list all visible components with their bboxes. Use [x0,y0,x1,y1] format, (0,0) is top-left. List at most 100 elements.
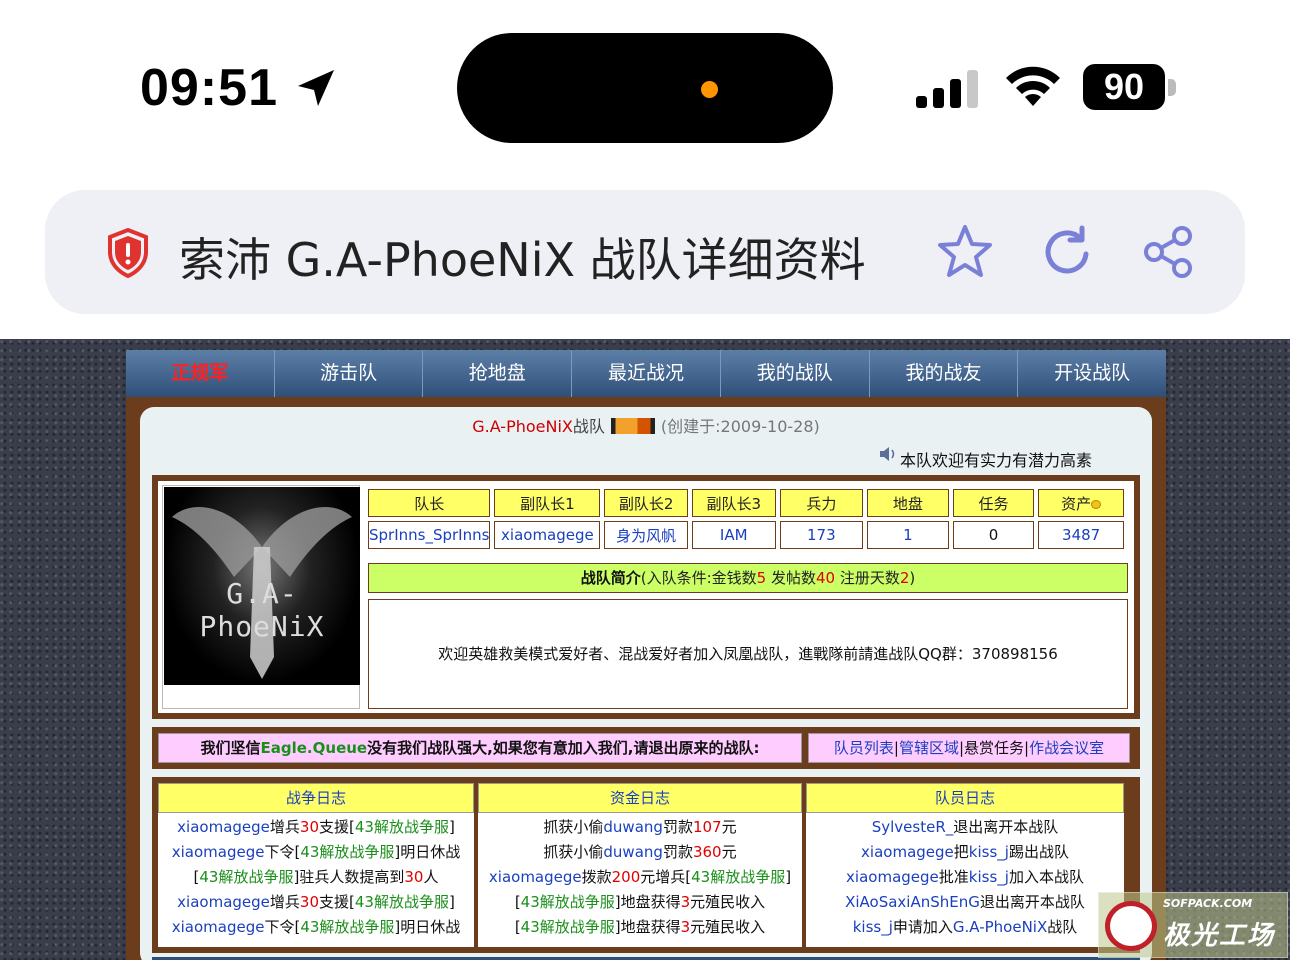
coin-icon [1091,499,1102,509]
slogan-name: Eagle.Queue [260,739,368,757]
vice-captain-2-link[interactable]: 身为风帆 [604,521,688,549]
team-intro-body: 欢迎英雄救美模式爱好者、混战爱好者加入凤凰战队，進戰隊前請進战队QQ群：3708… [368,599,1128,709]
log-entry: xiaomagege批准kiss_j加入本战队 [846,868,1084,886]
watermark-main: 极光工场 [1163,921,1276,951]
privacy-indicator-dot [701,81,718,98]
slogan: 我们坚信Eagle.Queue没有我们战队强大,如果您有意加入我们,请退出原来的… [158,733,802,763]
web-content: 正规军 游击队 抢地盘 最近战况 我的战队 我的战友 开设战队 G.A-Phoe… [0,339,1290,960]
welcome-marquee: 本队欢迎有实力有潜力高素 [900,451,1093,470]
watermark-ring-icon [1105,901,1157,951]
log-entry: xiaomagege下令[43解放战争服]明日休战 [171,843,461,861]
intro-money: 5 [756,569,767,587]
top-nav: 正规军 游击队 抢地盘 最近战况 我的战队 我的战友 开设战队 [126,350,1166,397]
captain-link[interactable]: SprInns_SprInns [368,521,491,549]
nav-regular-army[interactable]: 正规军 [126,350,275,397]
member-log-header: 队员日志 [806,783,1124,813]
location-arrow-icon [298,70,334,106]
stats-header-cell: 队长 [368,489,491,517]
intro-cond-suffix: ) [909,569,916,587]
battery-cap [1168,79,1176,96]
team-logo-image: G.A-PhoeNiX [164,487,360,685]
intro-posts: 40 [815,569,836,587]
fund-log-header: 资金日志 [478,783,802,813]
team-links: 队员列表|管辖区域|悬赏任务|作战会议室 [808,733,1130,763]
status-bar: 09:51 90 [0,0,1290,175]
log-entry: XiAoSaxiAnShEnG退出离开本战队 [845,893,1085,911]
dynamic-island [457,33,833,143]
stats-header-cell: 兵力 [779,489,864,517]
nav-create-team[interactable]: 开设战队 [1018,350,1166,397]
cellular-signal-icon [916,70,978,108]
troops-link[interactable]: 173 [779,521,864,549]
member-list-link[interactable]: 队员列表 [834,739,894,757]
vice-captain-1-link[interactable]: xiaomagege [494,521,601,549]
intro-days-label: 注册天数 [839,569,900,587]
war-log: 战争日志 xiaomagege增兵30支援[43解放战争服] xiaomageg… [158,783,474,947]
nav-recent-battles[interactable]: 最近战况 [572,350,721,397]
slogan-before: 我们坚信 [200,739,261,757]
page-title[interactable]: 索沛 G.A-PhoeNiX 战队详细资料 [179,224,866,290]
stats-value-row: SprInns_SprInns xiaomagege 身为风帆 IAM 173 … [368,521,1124,549]
address-bar[interactable]: 索沛 G.A-PhoeNiX 战队详细资料 [45,190,1245,314]
team-suffix: 战队 [572,417,605,436]
battery-icon: 90 [1083,64,1165,110]
team-logo-text: G.A-PhoeNiX [199,577,325,643]
assets-label: 资产 [1061,494,1092,513]
nav-guerrilla[interactable]: 游击队 [275,350,424,397]
intro-cond-prefix: (入队条件:金钱数 [640,569,757,587]
slogan-row: 我们坚信Eagle.Queue没有我们战队强大,如果您有意加入我们,请退出原来的… [152,727,1140,769]
team-info-box: G.A-PhoeNiX 队长 副队长1 副队长2 副队长3 兵力 地盘 任务 资… [152,475,1140,719]
stats-header-cell: 副队长1 [494,489,601,517]
reload-icon[interactable] [1040,224,1096,280]
intro-posts-label: 发帖数 [770,569,816,587]
log-entry: kiss_j申请加入G.A-PhoeNiX战队 [852,918,1078,936]
team-name: G.A-PhoeNiX [472,417,573,436]
team-intro-header: 战队简介(入队条件:金钱数5 发帖数40 注册天数2) [368,563,1128,593]
team-info-inner: G.A-PhoeNiX 队长 副队长1 副队长2 副队长3 兵力 地盘 任务 资… [158,481,1134,713]
stats-header-cell: 地盘 [867,489,949,517]
stats-header-cell: 副队长3 [691,489,776,517]
territory-area-link[interactable]: 管辖区域 [899,739,959,757]
speaker-icon [880,447,895,461]
territory-link[interactable]: 1 [867,521,949,549]
star-icon[interactable] [935,222,995,282]
share-icon[interactable] [1140,224,1196,280]
team-logo: G.A-PhoeNiX [162,485,360,709]
war-log-header: 战争日志 [158,783,474,813]
log-entry: 抓获小偷duwang罚款360元 [543,843,737,861]
slogan-after: 没有我们战队强大,如果您有意加入我们,请退出原来的战队: [367,739,760,757]
wifi-icon [1006,66,1060,106]
log-entry: [43解放战争服]地盘获得3元殖民收入 [514,918,766,936]
vice-captain-3-link[interactable]: IAM [691,521,776,549]
team-header: G.A-PhoeNiX战队 (创建于:2009-10-28) [140,413,1152,437]
bounty-task-link[interactable]: 悬赏任务 [964,739,1024,757]
intro-title: 战队简介 [580,569,641,587]
nav-grab-territory[interactable]: 抢地盘 [423,350,573,397]
tasks-value: 0 [952,521,1035,549]
stats-header-cell: 副队长2 [604,489,688,517]
team-flag-icon [610,418,655,434]
intro-days: 2 [899,569,910,587]
nav-my-comrades[interactable]: 我的战友 [870,350,1019,397]
stats-header-row: 队长 副队长1 副队长2 副队长3 兵力 地盘 任务 资产 [368,489,1124,517]
log-entry: 抓获小偷duwang罚款107元 [543,818,737,836]
log-entry: xiaomagege下令[43解放战争服]明日休战 [171,918,461,936]
site-frame: 正规军 游击队 抢地盘 最近战况 我的战队 我的战友 开设战队 G.A-Phoe… [126,350,1166,960]
stats-header-cell-assets: 资产 [1038,489,1124,517]
log-entry: SylvesteR_退出离开本战队 [871,818,1059,836]
log-entry: [43解放战争服]地盘获得3元殖民收入 [514,893,766,911]
stats-header-cell: 任务 [952,489,1035,517]
team-panel: G.A-PhoeNiX战队 (创建于:2009-10-28) 本队欢迎有实力有潜力… [140,407,1152,960]
log-entry: xiaomagege把kiss_j踢出战队 [861,843,1069,861]
log-entry: xiaomagege增兵30支援[43解放战争服] [177,818,455,836]
assets-link[interactable]: 3487 [1038,521,1124,549]
nav-my-team[interactable]: 我的战队 [721,350,870,397]
meeting-room-link[interactable]: 作战会议室 [1029,739,1104,757]
shield-warning-icon[interactable] [107,228,149,278]
created-date: (创建于:2009-10-28) [660,417,820,436]
log-entry: xiaomagege拨款200元增兵[43解放战争服] [488,868,792,886]
team-stats-table: 队长 副队长1 副队长2 副队长3 兵力 地盘 任务 资产 SprInns_Sp… [364,485,1128,553]
member-log: 队员日志 SylvesteR_退出离开本战队 xiaomagege把kiss_j… [806,783,1124,947]
clock: 09:51 [140,59,278,117]
watermark-logo: SOFPACK.COM 极光工场 [1098,892,1288,958]
